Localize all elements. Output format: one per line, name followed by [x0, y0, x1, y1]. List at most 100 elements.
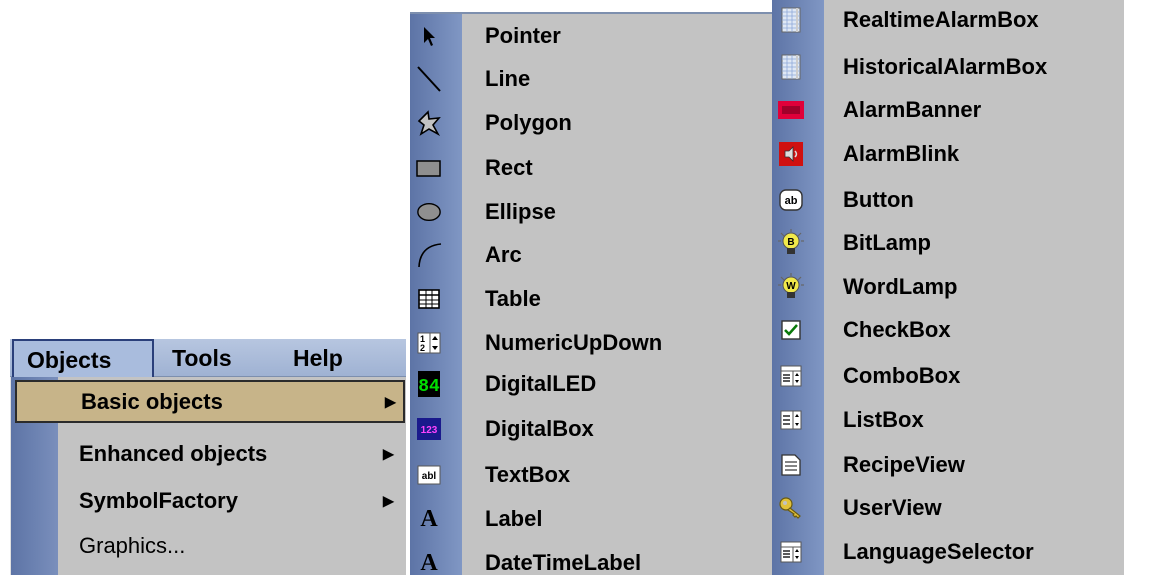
menu-item-label: WordLamp — [843, 274, 958, 299]
menu-help[interactable]: Help — [293, 339, 343, 377]
menu-item-recipeview[interactable]: RecipeView — [772, 443, 1124, 487]
svg-text:abl: abl — [422, 471, 437, 482]
menu-item-label: AlarmBanner — [843, 97, 982, 122]
svg-text:123: 123 — [421, 425, 438, 436]
menu-item-label: NumericUpDown — [485, 330, 663, 355]
menu-item-label: DigitalBox — [485, 416, 594, 441]
recipeview-icon — [778, 452, 804, 478]
menu-item-realtimealarmbox[interactable]: RealtimeAlarmBox — [772, 0, 1124, 42]
menu-objects[interactable]: Objects — [12, 339, 154, 377]
menu-item-arc[interactable]: Arc — [410, 233, 772, 277]
menu-item-label: Graphics... — [79, 532, 186, 558]
menu-item-label: BitLamp — [843, 230, 931, 255]
menu-item-checkbox[interactable]: CheckBox — [772, 308, 1124, 352]
menu-item-label-text: Label — [485, 506, 543, 531]
menu-item-languageselector[interactable]: LanguageSelector — [772, 530, 1124, 574]
menu-item-label: DateTimeLabel — [485, 550, 642, 575]
historical-alarmbox-icon — [778, 54, 804, 80]
menu-item-label: Arc — [485, 242, 522, 267]
svg-text:84: 84 — [418, 377, 440, 397]
menu-item-label: DigitalLED — [485, 371, 597, 396]
alarm-blink-icon — [778, 141, 804, 167]
svg-text:B: B — [787, 237, 794, 248]
menu-tools[interactable]: Tools — [162, 339, 232, 377]
menu-item-label: ListBox — [843, 407, 924, 432]
svg-text:ab: ab — [785, 195, 798, 207]
language-selector-icon — [778, 539, 804, 565]
arc-icon — [416, 242, 442, 268]
menu-item-userview[interactable]: UserView — [772, 486, 1124, 530]
menu-item-digitalbox[interactable]: 123 DigitalBox — [410, 407, 772, 451]
combobox-icon — [778, 363, 804, 389]
menu-item-listbox[interactable]: ListBox — [772, 398, 1124, 442]
menu-item-label: AlarmBlink — [843, 141, 960, 166]
menu-bar: Objects Tools Help — [10, 339, 406, 377]
rect-icon — [416, 155, 442, 181]
menu-item-alarmbanner[interactable]: AlarmBanner — [772, 88, 1124, 132]
menu-item-rect[interactable]: Rect — [410, 146, 772, 190]
menu-item-label: RecipeView — [843, 452, 965, 477]
menu-item-ellipse[interactable]: Ellipse — [410, 190, 772, 234]
menu-item-polygon[interactable]: Polygon — [410, 101, 772, 145]
checkbox-icon — [778, 317, 804, 343]
wordlamp-icon: W — [778, 273, 804, 300]
menu-item-graphics[interactable]: Graphics... — [15, 524, 405, 567]
datetime-label-icon: A — [420, 549, 438, 575]
menu-item-label: SymbolFactory — [79, 487, 238, 513]
menu-item-button[interactable]: ab Button — [772, 178, 1124, 222]
menu-item-pointer[interactable]: Pointer — [410, 14, 772, 58]
bitlamp-icon: B — [778, 229, 804, 256]
submenu-arrow-icon: ▶ — [383, 492, 394, 508]
textbox-icon: abl — [416, 462, 442, 488]
menu-item-bitlamp[interactable]: B BitLamp — [772, 221, 1124, 265]
submenu-arrow-icon: ▶ — [385, 393, 396, 409]
menu-item-label: Table — [485, 286, 541, 311]
menu-item-alarmblink[interactable]: AlarmBlink — [772, 132, 1124, 176]
menu-item-label: TextBox — [485, 462, 571, 487]
menu-item-label: ComboBox — [843, 363, 961, 388]
line-icon — [416, 66, 442, 92]
menu-item-wordlamp[interactable]: W WordLamp — [772, 265, 1124, 309]
menu-item-basic-objects[interactable]: Basic objects ▶ — [15, 380, 405, 423]
menu-item-combobox[interactable]: ComboBox — [772, 354, 1124, 398]
menu-item-symbolfactory[interactable]: SymbolFactory ▶ — [15, 479, 405, 522]
menu-item-label: HistoricalAlarmBox — [843, 54, 1048, 79]
numeric-updown-icon: 12 — [416, 330, 442, 356]
svg-text:2: 2 — [420, 343, 425, 353]
polygon-icon — [416, 110, 442, 136]
menu-item-label: Basic objects — [81, 388, 223, 414]
menu-item-textbox[interactable]: abl TextBox — [410, 453, 772, 497]
menu-item-label: Button — [843, 187, 914, 212]
button-icon: ab — [778, 187, 804, 213]
digital-box-icon: 123 — [416, 416, 442, 442]
menu-item-enhanced-objects[interactable]: Enhanced objects ▶ — [15, 432, 405, 475]
table-icon — [416, 286, 442, 312]
menu-item-label: Ellipse — [485, 199, 556, 224]
ellipse-icon — [416, 199, 442, 225]
menu-item-label: CheckBox — [843, 317, 951, 342]
listbox-icon — [778, 407, 804, 433]
realtime-alarmbox-icon — [778, 7, 804, 33]
submenu-arrow-icon: ▶ — [383, 445, 394, 461]
objects-dropdown: Basic objects ▶ Enhanced objects ▶ Symbo… — [10, 377, 406, 575]
menu-item-label[interactable]: A Label — [410, 497, 772, 541]
menu-item-historicalalarmbox[interactable]: HistoricalAlarmBox — [772, 45, 1124, 89]
menu-item-table[interactable]: Table — [410, 277, 772, 321]
menu-item-label: Polygon — [485, 110, 572, 135]
menu-item-numericupdown[interactable]: 12 NumericUpDown — [410, 321, 772, 365]
alarm-banner-icon — [778, 97, 804, 123]
menu-item-digitalled[interactable]: 84 DigitalLED — [410, 362, 772, 406]
menu-item-label: Enhanced objects — [79, 440, 268, 466]
menu-item-label: Rect — [485, 155, 533, 180]
menu-item-label: UserView — [843, 495, 942, 520]
svg-text:W: W — [786, 281, 796, 292]
digital-led-icon: 84 — [416, 371, 442, 397]
menu-item-label: LanguageSelector — [843, 539, 1034, 564]
userview-icon — [778, 495, 804, 521]
menu-item-line[interactable]: Line — [410, 57, 772, 101]
pointer-icon — [416, 23, 442, 49]
menu-item-datetimelabel[interactable]: A DateTimeLabel — [410, 541, 772, 575]
menu-item-label: Pointer — [485, 23, 561, 48]
menu-item-label: Line — [485, 66, 531, 91]
label-icon: A — [420, 505, 438, 532]
